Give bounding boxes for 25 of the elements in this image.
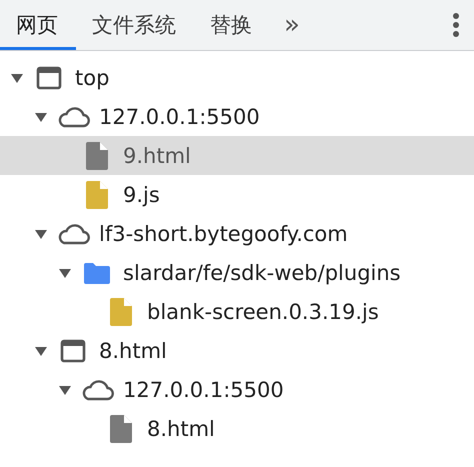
tree-item[interactable]: blank-screen.0.3.19.js [0,292,474,331]
window-icon [60,338,86,362]
tree-item[interactable]: 8.html [0,409,474,448]
cloud-icon [56,222,90,244]
tab[interactable]: 文件系统 [76,0,194,50]
cloud-icon [56,106,90,128]
window-icon [36,66,62,90]
file-icon [109,296,133,326]
kebab-menu-icon [452,12,460,38]
folder-icon [83,260,111,284]
tree-item[interactable]: top [0,58,474,97]
file-icon [85,140,109,170]
tree-item[interactable]: 9.js [0,175,474,214]
tree-item[interactable]: lf3-short.bytegoofy.com [0,214,474,253]
tree-item[interactable]: 9.html [0,136,474,175]
tree-item[interactable]: slardar/fe/sdk-web/plugins [0,253,474,292]
file-icon [109,414,133,444]
file-icon [85,180,109,210]
cloud-icon [80,378,114,400]
tree-item[interactable]: 8.html [0,331,474,370]
tree-item[interactable]: 127.0.0.1:5500 [0,97,474,136]
tab[interactable]: 替换 [194,0,270,50]
tab[interactable]: 网页 [0,0,76,50]
tree-item[interactable]: 127.0.0.1:5500 [0,370,474,409]
more-tabs-button[interactable]: » [270,0,314,50]
